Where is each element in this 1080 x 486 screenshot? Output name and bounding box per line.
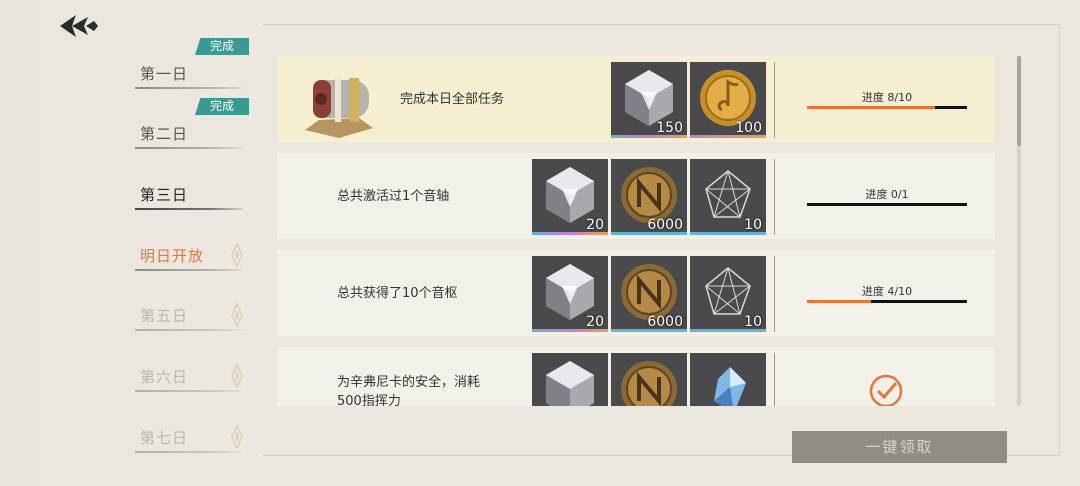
day-tab-2[interactable]: 第二日: [135, 119, 243, 149]
rarity-bar: [611, 135, 687, 138]
task-row: 为辛弗尼卡的安全，消耗500指挥力: [277, 347, 995, 406]
reward-divider: [774, 353, 775, 406]
day-underline: [135, 269, 243, 271]
reward-slot[interactable]: 100: [690, 62, 766, 138]
reward-qty: 6000: [647, 217, 683, 233]
task-text: 总共获得了10个音枢: [337, 286, 458, 301]
day-underline: [135, 390, 243, 392]
day-underline: [135, 147, 243, 149]
reward-slot[interactable]: 20: [532, 159, 608, 235]
reward-slot[interactable]: [532, 353, 608, 406]
task-text: 完成本日全部任务: [400, 92, 505, 107]
day-underline: [135, 87, 243, 89]
progress-track: [807, 300, 967, 303]
progress-text: 进度 8/10: [861, 91, 913, 104]
day-tab-1[interactable]: 第一日: [135, 59, 243, 89]
rarity-bar: [690, 135, 766, 138]
day-underline: [135, 208, 243, 210]
day2-complete-badge: 完成: [195, 98, 249, 115]
rarity-bar: [690, 329, 766, 332]
day-tab-4[interactable]: 明日开放: [135, 241, 243, 271]
reward-divider: [774, 159, 775, 235]
day-tab-label: 明日开放: [140, 247, 205, 265]
reward-qty: 100: [735, 120, 762, 136]
day-tab-label: 第一日: [140, 65, 189, 83]
reward-slot[interactable]: 6000: [611, 159, 687, 235]
music-box-chest-icon: [305, 76, 373, 138]
rarity-bar: [611, 232, 687, 235]
back-button[interactable]: [58, 13, 100, 39]
task-list[interactable]: 完成本日全部任务 150 100 进度 8/10 总共激活过1个音轴 20 60…: [277, 56, 995, 406]
task-progress: 进度 8/10: [807, 89, 967, 109]
day-tab-label: 第三日: [140, 186, 189, 204]
rarity-bar: [532, 329, 608, 332]
reward-qty: 10: [744, 314, 762, 330]
task-row: 总共激活过1个音轴 20 6000 10 进度 0/1: [277, 153, 995, 239]
back-arrow-icon: [60, 15, 98, 37]
completed-check-icon: [869, 374, 903, 406]
progress-track: [807, 106, 967, 109]
reward-slot[interactable]: [611, 353, 687, 406]
reward-slot[interactable]: 20: [532, 256, 608, 332]
day-sidebar: 完成 第一日 完成 第二日 第三日 明日开放 第五日 第六日 第七日: [0, 0, 262, 486]
reward-qty: 150: [656, 120, 683, 136]
progress-fill: [807, 106, 935, 109]
rarity-bar: [532, 232, 608, 235]
task-row: 总共获得了10个音枢 20 6000 10 进度 4/10: [277, 250, 995, 336]
day-underline: [135, 329, 243, 331]
reward-slot[interactable]: 6000: [611, 256, 687, 332]
reward-slot[interactable]: 10: [690, 256, 766, 332]
day-tab-label: 第五日: [140, 307, 189, 325]
reward-qty: 20: [586, 217, 604, 233]
crystal-icon: [546, 361, 594, 406]
reward-divider: [774, 256, 775, 332]
reward-slot[interactable]: 150: [611, 62, 687, 138]
task-progress: 进度 0/1: [807, 186, 967, 206]
day-tab-label: 第七日: [140, 429, 189, 447]
progress-text: 进度 4/10: [861, 285, 913, 298]
diamond-lock-icon: [231, 364, 243, 388]
day-tab-7[interactable]: 第七日: [135, 423, 243, 453]
day1-complete-badge: 完成: [195, 38, 249, 55]
reward-slot[interactable]: 10: [690, 159, 766, 235]
diamond-lock-icon: [231, 243, 243, 267]
progress-fill: [807, 300, 871, 303]
day-tab-6[interactable]: 第六日: [135, 362, 243, 392]
progress-track: [807, 203, 967, 206]
reward-qty: 20: [586, 314, 604, 330]
scrollbar-thumb[interactable]: [1017, 56, 1021, 146]
task-row: 完成本日全部任务 150 100 进度 8/10: [277, 56, 995, 142]
diamond-lock-icon: [231, 425, 243, 449]
frame-line-right: [1059, 24, 1060, 456]
claim-all-button[interactable]: 一键领取: [792, 431, 1007, 463]
reward-qty: 10: [744, 217, 762, 233]
day-tab-5[interactable]: 第五日: [135, 301, 243, 331]
bronze-coin-icon: [621, 361, 677, 406]
reward-divider: [774, 62, 775, 138]
task-text: 为辛弗尼卡的安全，消耗500指挥力: [337, 375, 481, 406]
rarity-bar: [690, 232, 766, 235]
day-underline: [135, 451, 243, 453]
reward-slot[interactable]: [690, 353, 766, 406]
rarity-bar: [611, 329, 687, 332]
progress-text: 进度 0/1: [865, 188, 909, 201]
blue-shard-icon: [714, 367, 746, 406]
reward-qty: 6000: [647, 314, 683, 330]
day-tab-3[interactable]: 第三日: [135, 180, 243, 210]
diamond-lock-icon: [231, 303, 243, 327]
task-progress: 进度 4/10: [807, 283, 967, 303]
day-tab-label: 第二日: [140, 125, 189, 143]
day-tab-label: 第六日: [140, 368, 189, 386]
task-text: 总共激活过1个音轴: [337, 189, 450, 204]
